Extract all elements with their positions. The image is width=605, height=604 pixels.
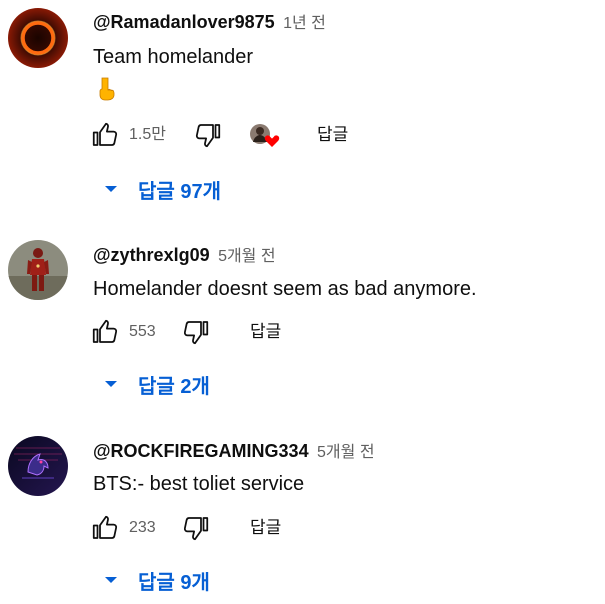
comment-timestamp[interactable]: 5개월 전	[218, 248, 276, 265]
like-count: 233	[129, 519, 156, 536]
creator-heart-badge	[248, 120, 282, 150]
comment-text: Team homelander	[93, 46, 254, 68]
caret-down-icon	[105, 577, 117, 583]
comment-author[interactable]: @zythrexlg09	[93, 245, 210, 265]
rfg-gaming-logo-avatar-icon	[8, 436, 68, 496]
like-button[interactable]	[88, 315, 122, 349]
comment-thread: @ROCKFIREGAMING334 5개월 전 BTS:- best toli…	[0, 406, 605, 604]
pointing-down-emoji-icon	[95, 77, 117, 103]
replies-count-label: 답글 9개	[138, 571, 210, 594]
comment-timestamp[interactable]: 5개월 전	[317, 444, 375, 461]
comment-actions: 553 답글	[88, 315, 488, 351]
caret-down-icon	[105, 186, 117, 192]
reply-button[interactable]: 답글	[317, 118, 348, 152]
comment-thread: @Ramadanlover9875 1년 전 Team homelander 1…	[0, 0, 605, 210]
avatar[interactable]	[8, 240, 68, 300]
view-replies-button[interactable]: 답글 2개	[102, 367, 210, 401]
view-replies-button[interactable]: 답글 97개	[102, 172, 221, 206]
avatar[interactable]	[8, 8, 68, 68]
dislike-button[interactable]	[179, 511, 213, 545]
thumbs-up-icon	[92, 319, 118, 343]
thumbs-down-icon	[183, 321, 209, 345]
comment-timestamp[interactable]: 1년 전	[283, 15, 326, 32]
reply-button[interactable]: 답글	[250, 315, 281, 349]
thumbs-down-icon	[183, 517, 209, 541]
reply-button[interactable]: 답글	[250, 511, 281, 545]
comment-text: Homelander doesnt seem as bad anymore.	[93, 278, 477, 300]
avatar[interactable]	[8, 436, 68, 496]
comment-actions: 1.5만 답글	[88, 118, 488, 154]
like-button[interactable]	[88, 511, 122, 545]
comments-section: @Ramadanlover9875 1년 전 Team homelander 1…	[0, 0, 605, 604]
replies-count-label: 답글 2개	[138, 375, 210, 398]
comment-author[interactable]: @ROCKFIREGAMING334	[93, 441, 309, 461]
comment-actions: 233 답글	[88, 511, 488, 547]
comment-author[interactable]: @Ramadanlover9875	[93, 12, 275, 32]
like-count: 1.5만	[129, 126, 166, 143]
like-button[interactable]	[88, 118, 122, 152]
dislike-button[interactable]	[179, 315, 213, 349]
view-replies-button[interactable]: 답글 9개	[102, 563, 210, 597]
thumbs-up-icon	[92, 515, 118, 539]
like-count: 553	[129, 323, 156, 340]
comment-text: BTS:- best toliet service	[93, 473, 305, 495]
solar-eclipse-ring-avatar-icon	[8, 8, 68, 68]
caret-down-icon	[105, 381, 117, 387]
thumbs-up-icon	[92, 122, 118, 146]
thumbs-down-icon	[195, 124, 221, 148]
dislike-button[interactable]	[191, 118, 225, 152]
replies-count-label: 답글 97개	[138, 180, 222, 203]
comment-thread: @zythrexlg09 5개월 전 Homelander doesnt see…	[0, 210, 605, 406]
red-armored-figure-avatar-icon	[8, 240, 68, 300]
